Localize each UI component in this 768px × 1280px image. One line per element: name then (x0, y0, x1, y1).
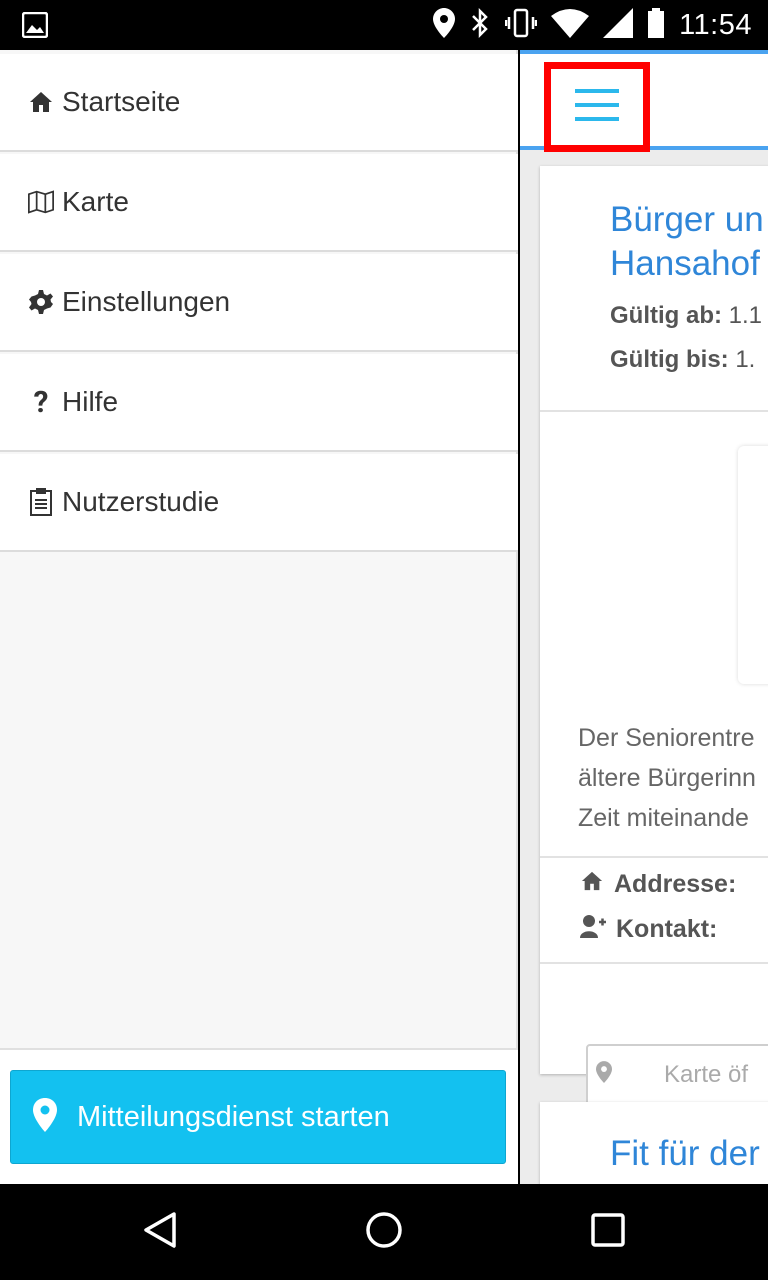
card-title-line2: Hansahof (610, 244, 760, 283)
status-bar: 11:54 (0, 0, 768, 50)
description-line: ältere Bürgerinn (578, 764, 756, 792)
open-map-placeholder: Karte öf (664, 1061, 749, 1088)
contact-row: Kontakt: (580, 914, 717, 945)
location-icon (433, 8, 456, 42)
home-icon (580, 870, 604, 899)
card-title: Fit für der (610, 1134, 760, 1173)
contact-label: Kontakt: (616, 915, 718, 943)
drawer-item-nutzerstudie[interactable]: Nutzerstudie (0, 454, 518, 552)
top-app-bar (520, 50, 768, 152)
hamburger-icon (573, 87, 621, 127)
drawer-item-startseite[interactable]: Startseite (0, 54, 518, 152)
wifi-icon (551, 8, 590, 42)
gear-icon (28, 289, 54, 315)
drawer-item-label: Hilfe (62, 386, 119, 417)
valid-to-row: Gültig bis: 1. (610, 346, 755, 374)
battery-icon (647, 8, 665, 42)
description-line: Zeit miteinande (578, 804, 749, 832)
back-icon (140, 1210, 180, 1254)
drawer-footer: Mitteilungsdienst starten (0, 1048, 518, 1184)
drawer-item-hilfe[interactable]: ? Hilfe (0, 354, 518, 452)
signal-icon (603, 8, 634, 42)
map-icon (28, 189, 54, 215)
drawer-item-label: Nutzerstudie (62, 486, 220, 517)
home-button[interactable] (360, 1208, 408, 1256)
card-title-line1: Bürger un (610, 200, 764, 239)
valid-from-value: 1.1 (728, 302, 763, 329)
valid-from-label: Gültig ab: (610, 302, 722, 329)
divider (540, 410, 768, 412)
divider (540, 856, 768, 858)
add-user-icon (580, 914, 606, 945)
event-card[interactable]: Bürger un Hansahof Gültig ab: 1.1 Gültig… (540, 166, 768, 1106)
navigation-drawer: Startseite Karte Einstellungen ? Hilfe N… (0, 50, 518, 1184)
image-placeholder-card (738, 446, 768, 684)
drawer-item-karte[interactable]: Karte (0, 154, 518, 252)
drawer-item-label: Einstellungen (62, 286, 231, 317)
clipboard-icon (28, 488, 54, 516)
back-button[interactable] (136, 1208, 184, 1256)
divider (540, 962, 768, 964)
question-icon: ? (33, 384, 49, 420)
image-notification-icon (21, 11, 49, 42)
location-pin-icon (33, 1098, 57, 1136)
bluetooth-icon (469, 7, 491, 42)
drawer-item-label: Karte (62, 186, 129, 217)
event-card[interactable]: Fit für der (540, 1102, 768, 1184)
clock: 11:54 (679, 8, 752, 41)
address-label: Addresse: (614, 870, 737, 898)
drawer-item-label: Startseite (62, 86, 181, 117)
start-button-label: Mitteilungsdienst starten (77, 1100, 390, 1133)
start-notification-service-button[interactable]: Mitteilungsdienst starten (10, 1070, 506, 1164)
vibrate-icon (504, 8, 538, 42)
valid-from-row: Gültig ab: 1.1 (610, 302, 762, 330)
home-circle-icon (364, 1210, 404, 1254)
recents-icon (590, 1212, 626, 1252)
open-map-field[interactable]: Karte öf (586, 1044, 768, 1106)
main-content: Bürger un Hansahof Gültig ab: 1.1 Gültig… (520, 50, 768, 1184)
description: Der Seniorentre ältere Bürgerinn Zeit mi… (578, 718, 756, 838)
recents-button[interactable] (584, 1208, 632, 1256)
system-nav-bar (0, 1184, 768, 1280)
drawer-item-einstellungen[interactable]: Einstellungen (0, 254, 518, 352)
hamburger-menu-button[interactable] (544, 62, 650, 152)
home-icon (28, 89, 54, 115)
valid-to-label: Gültig bis: (610, 346, 729, 373)
description-line: Der Seniorentre (578, 724, 755, 752)
location-icon (596, 1060, 612, 1091)
valid-to-value: 1. (735, 346, 756, 373)
address-row: Addresse: (580, 870, 736, 899)
